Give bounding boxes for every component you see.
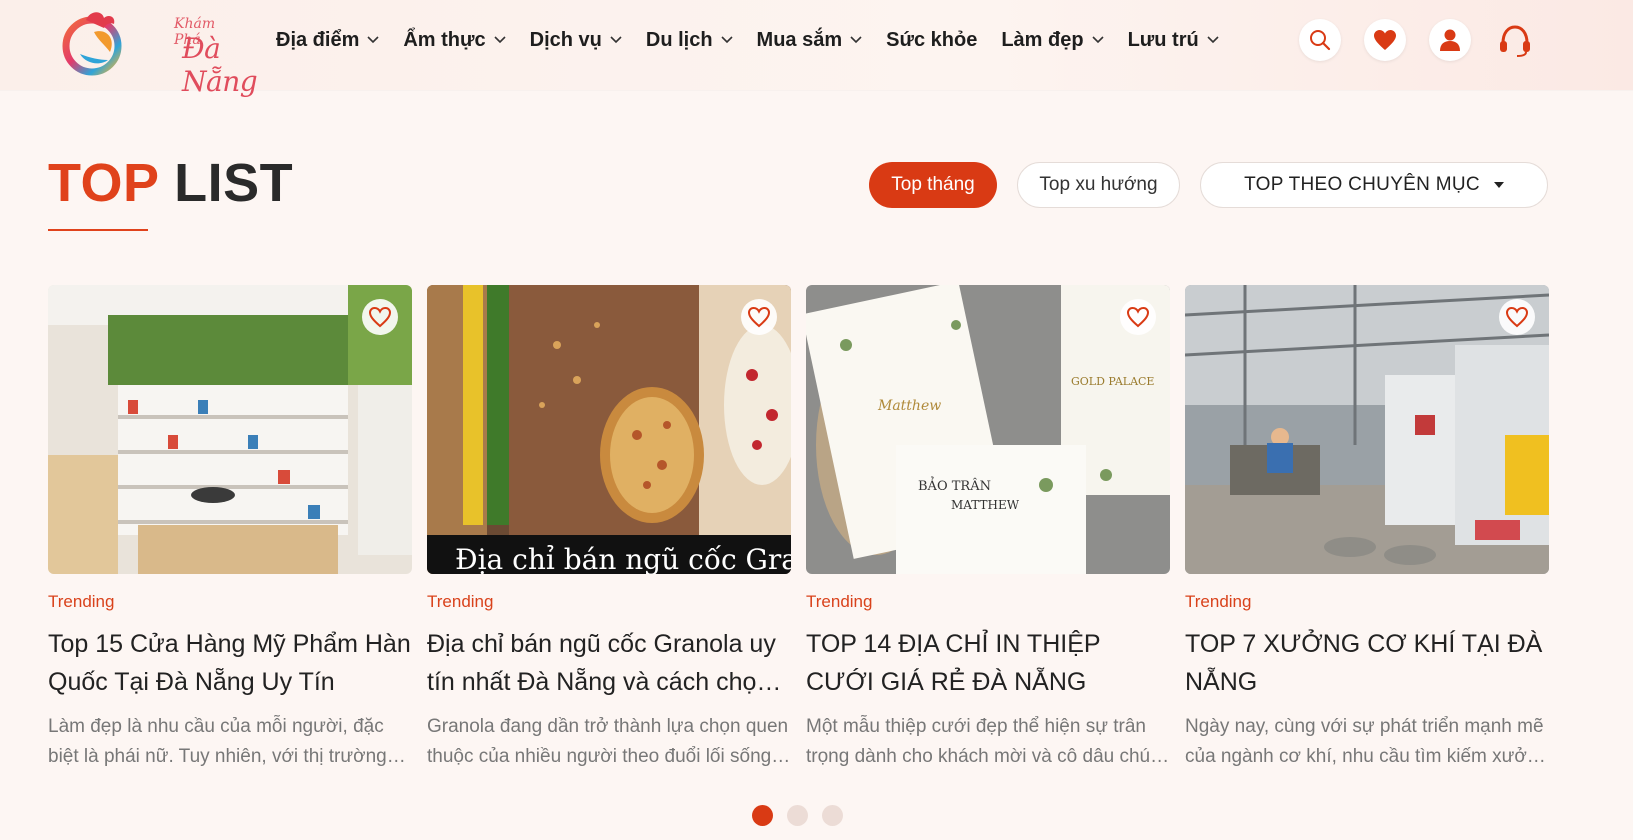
chevron-down-icon — [494, 36, 506, 44]
card-title[interactable]: TOP 14 ĐỊA CHỈ IN THIỆP CƯỚI GIÁ RẺ ĐÀ N… — [806, 625, 1170, 701]
nav-item-dich-vu[interactable]: Dịch vụ — [530, 29, 622, 52]
list-card[interactable]: Trending Top 15 Cửa Hàng Mỹ Phẩm Hàn Quố… — [48, 285, 412, 785]
nav-label: Lưu trú — [1127, 28, 1199, 51]
section-title: TOP LIST — [48, 152, 293, 214]
svg-text:Matthew: Matthew — [877, 398, 941, 414]
heart-icon — [1374, 30, 1396, 50]
nav-label: Sức khỏe — [886, 28, 978, 51]
pagination-dot-2[interactable] — [787, 805, 808, 826]
nav-label: Địa điểm — [276, 28, 360, 51]
search-button[interactable] — [1299, 19, 1341, 61]
logo-line-2: Đà Nẵng — [182, 32, 258, 98]
nav-label: Làm đẹp — [1001, 28, 1084, 51]
card-title[interactable]: Địa chỉ bán ngũ cốc Granola uy tín nhất … — [427, 625, 791, 701]
site-header: Khám Phá Đà Nẵng Địa điểm Ẩm thực Dịch v… — [0, 0, 1633, 98]
card-image-granola[interactable]: Địa chỉ bán ngũ cốc Granol — [427, 285, 791, 574]
favorites-button[interactable] — [1364, 19, 1406, 61]
chevron-down-icon — [610, 36, 622, 44]
account-button[interactable] — [1429, 19, 1471, 61]
favorite-button[interactable] — [362, 299, 398, 335]
filter-category-dropdown[interactable]: TOP THEO CHUYÊN MỤC — [1200, 162, 1548, 208]
heart-outline-icon — [1126, 306, 1150, 328]
heart-outline-icon — [1505, 306, 1529, 328]
card-description: Làm đẹp là nhu cầu của mỗi người, đặc bi… — [48, 716, 387, 767]
card-image-wedding[interactable]: BẢO TRÂN MATTHEW GOLD PALACE Matthew — [806, 285, 1170, 574]
svg-text:GOLD PALACE: GOLD PALACE — [1071, 375, 1154, 388]
chevron-down-icon — [720, 36, 733, 44]
nav-label: Du lịch — [645, 28, 713, 51]
nav-label: Dịch vụ — [529, 28, 602, 51]
card-tag: Trending — [48, 592, 115, 611]
pagination-dot-3[interactable] — [822, 805, 843, 826]
support-button[interactable] — [1494, 19, 1536, 61]
nav-item-am-thuc[interactable]: Ẩm thực — [403, 28, 506, 52]
card-image-workshop[interactable] — [1185, 285, 1549, 574]
nav-item-luu-tru[interactable]: Lưu trú — [1128, 29, 1219, 52]
card-image-cosmetics[interactable] — [48, 285, 412, 574]
svg-text:BẢO TRÂN: BẢO TRÂN — [918, 476, 991, 494]
svg-text:MATTHEW: MATTHEW — [951, 498, 1020, 512]
card-title[interactable]: Top 15 Cửa Hàng Mỹ Phẩm Hàn Quốc Tại Đà … — [48, 625, 412, 701]
main-nav: Địa điểm Ẩm thực Dịch vụ Du lịch Mua sắm… — [276, 0, 1243, 80]
site-logo[interactable]: Khám Phá Đà Nẵng — [56, 6, 258, 98]
chevron-down-icon — [367, 36, 379, 44]
nav-item-du-lich[interactable]: Du lịch — [646, 29, 733, 52]
pagination-dot-1[interactable] — [752, 805, 773, 826]
cosmetics-store-image — [48, 285, 412, 574]
favorite-button[interactable] — [1120, 299, 1156, 335]
chevron-down-icon — [1092, 36, 1104, 44]
card-description: Granola đang dần trở thành lựa chọn quen… — [427, 716, 789, 767]
user-icon — [1440, 29, 1460, 51]
favorite-button[interactable] — [741, 299, 777, 335]
card-description: Ngày nay, cùng với sự phát triển mạnh mẽ… — [1185, 716, 1548, 767]
card-tag: Trending — [1185, 592, 1252, 611]
filter-category-label: TOP THEO CHUYÊN MỤC — [1244, 174, 1480, 195]
section-title-accent: TOP — [48, 153, 159, 213]
card-tag: Trending — [427, 592, 494, 611]
carousel-pagination — [752, 805, 843, 826]
list-card[interactable]: Trending TOP 7 XƯỞNG CƠ KHÍ TẠI ĐÀ NẴNG … — [1185, 285, 1549, 785]
filter-top-trending[interactable]: Top xu hướng — [1017, 162, 1180, 208]
favorite-button[interactable] — [1499, 299, 1535, 335]
headset-icon — [1500, 25, 1530, 57]
heart-outline-icon — [747, 306, 771, 328]
rooster-logo-icon — [62, 12, 122, 76]
list-card[interactable]: Địa chỉ bán ngũ cốc Granol Trending Địa … — [427, 285, 791, 785]
card-title[interactable]: TOP 7 XƯỞNG CƠ KHÍ TẠI ĐÀ NẴNG — [1185, 625, 1549, 701]
section-title-rest: LIST — [174, 153, 294, 213]
machine-workshop-image — [1185, 285, 1549, 574]
granola-image: Địa chỉ bán ngũ cốc Granol — [427, 285, 791, 574]
nav-item-mua-sam[interactable]: Mua sắm — [757, 29, 863, 52]
search-icon — [1310, 30, 1331, 51]
nav-item-suc-khoe[interactable]: Sức khỏe — [886, 29, 977, 52]
filter-top-month[interactable]: Top tháng — [869, 162, 997, 208]
card-description: Một mẫu thiệp cưới đẹp thể hiện sự trân … — [806, 716, 1151, 767]
chevron-down-icon — [850, 36, 862, 44]
svg-text:Địa chỉ bán ngũ cốc Granol: Địa chỉ bán ngũ cốc Granol — [455, 543, 791, 574]
list-card[interactable]: BẢO TRÂN MATTHEW GOLD PALACE Matthew Tre… — [806, 285, 1170, 785]
caret-down-icon — [1493, 182, 1504, 188]
heart-outline-icon — [368, 306, 392, 328]
wedding-invitation-image: BẢO TRÂN MATTHEW GOLD PALACE Matthew — [806, 285, 1170, 574]
title-underline — [48, 229, 148, 231]
nav-item-dia-diem[interactable]: Địa điểm — [276, 29, 379, 52]
chevron-down-icon — [1207, 36, 1219, 44]
nav-item-lam-dep[interactable]: Làm đẹp — [1001, 28, 1104, 52]
card-tag: Trending — [806, 592, 873, 611]
nav-label: Mua sắm — [756, 28, 843, 51]
nav-label: Ẩm thực — [403, 28, 486, 51]
